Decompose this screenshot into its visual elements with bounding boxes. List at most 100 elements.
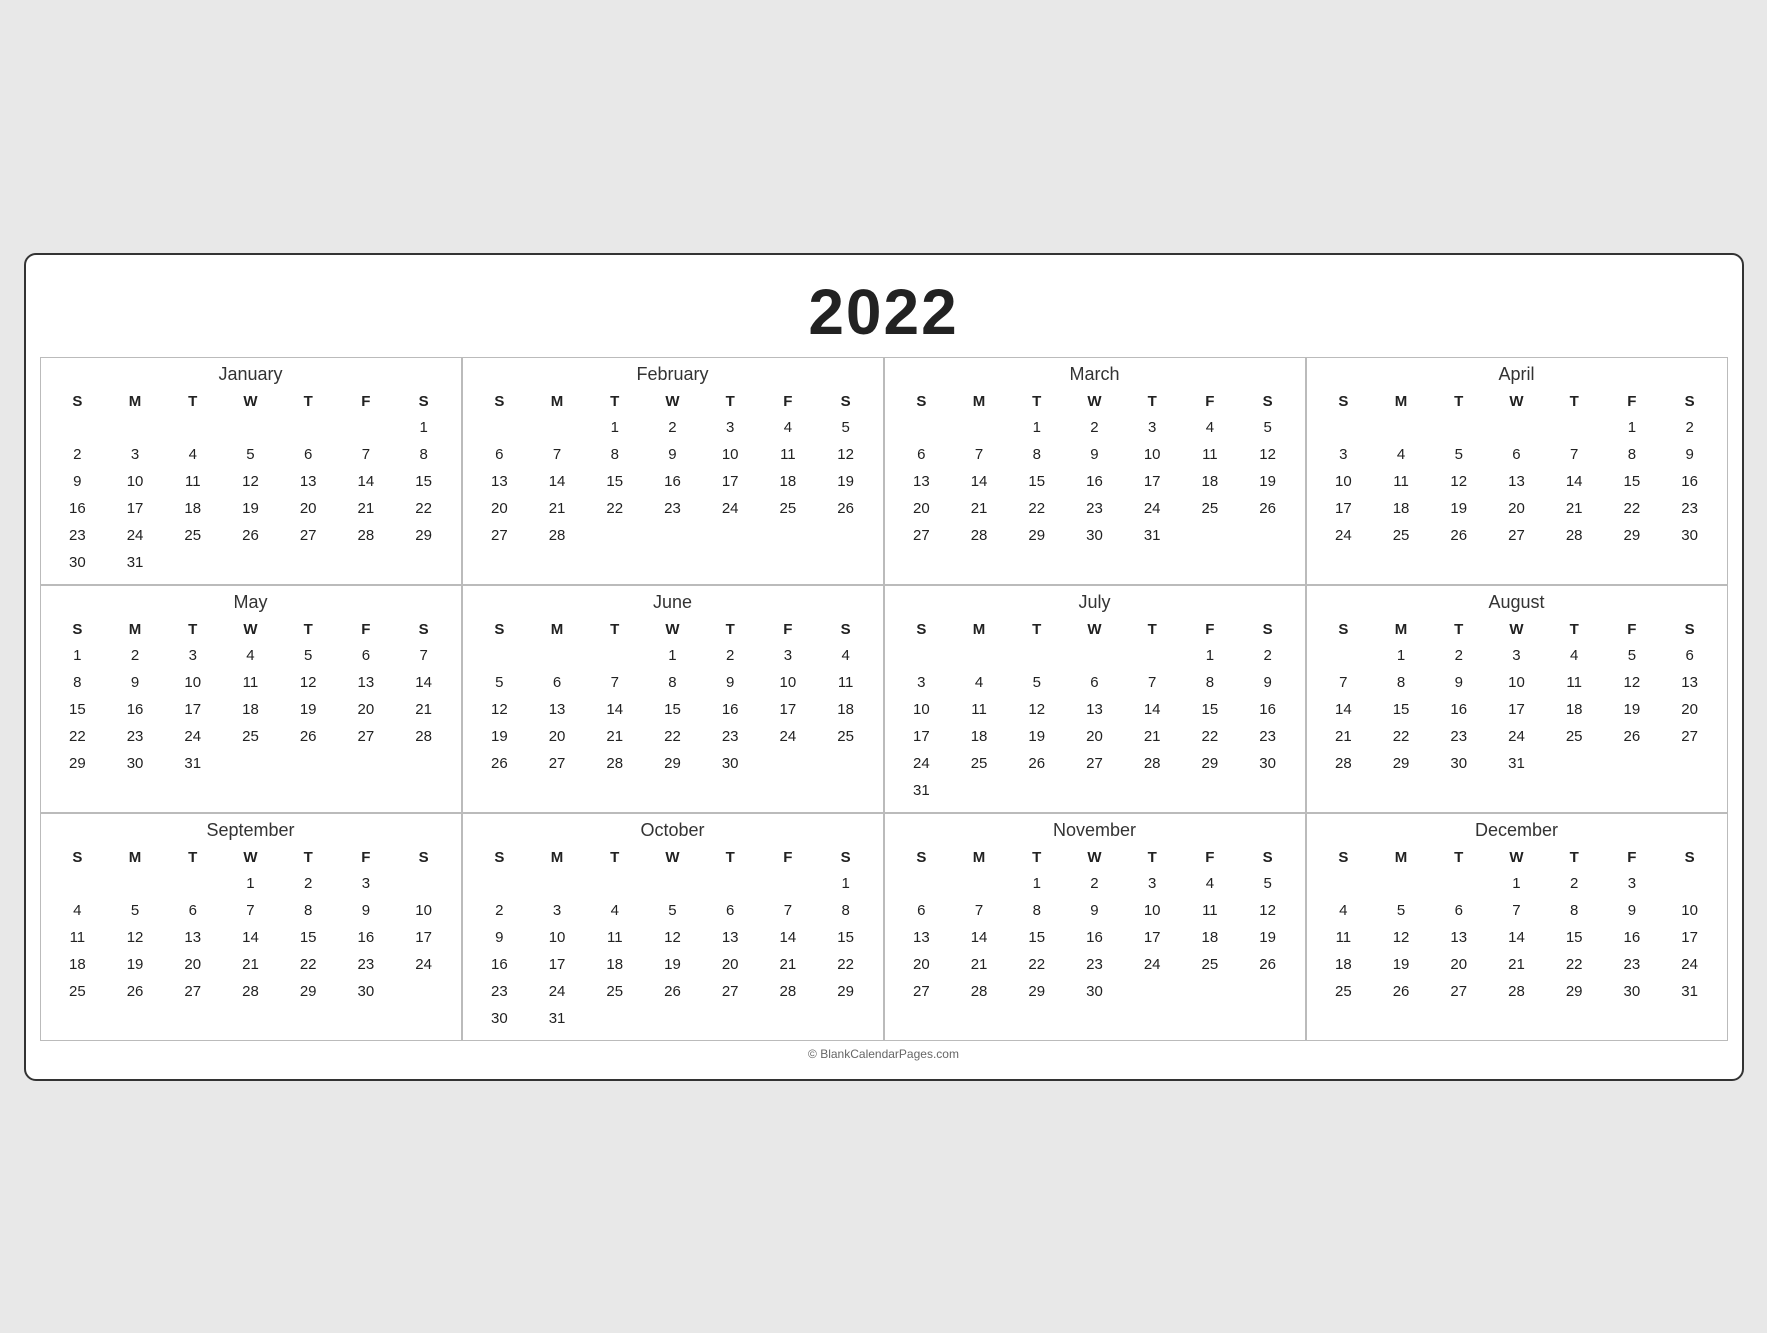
- day-header: W: [644, 617, 702, 642]
- calendar-day: 22: [1181, 723, 1239, 750]
- calendar-day: 12: [1372, 924, 1430, 951]
- day-header: F: [337, 389, 395, 414]
- calendar-day: 7: [222, 897, 280, 924]
- calendar-day: [893, 1005, 951, 1015]
- month-name: August: [1315, 592, 1719, 613]
- calendar-day: 31: [1123, 522, 1181, 549]
- calendar-day: 26: [817, 495, 875, 522]
- calendar-day: 23: [337, 951, 395, 978]
- day-header: S: [1315, 845, 1373, 870]
- calendar-wrapper: 2022 JanuarySMTWTFS123456789101112131415…: [24, 253, 1744, 1081]
- calendar-day: 17: [893, 723, 951, 750]
- calendar-day: 28: [337, 522, 395, 549]
- calendar-day: [528, 870, 586, 897]
- calendar-day: 26: [279, 723, 337, 750]
- calendar-day: [586, 522, 644, 549]
- calendar-day: [644, 870, 702, 897]
- calendar-day: 10: [759, 669, 817, 696]
- day-header: T: [1008, 845, 1066, 870]
- calendar-week-row: 10111213141516: [893, 696, 1297, 723]
- cal-table: SMTWTFS123456789101112131415161718192021…: [1315, 389, 1719, 559]
- calendar-day: 28: [759, 978, 817, 1005]
- calendar-day: 30: [1430, 750, 1488, 777]
- calendar-week-row: 45678910: [1315, 897, 1719, 924]
- calendar-day: [164, 777, 222, 787]
- calendar-day: 28: [222, 978, 280, 1005]
- calendar-day: [279, 549, 337, 576]
- calendar-day: 8: [1372, 669, 1430, 696]
- calendar-day: [950, 642, 1008, 669]
- calendar-day: 13: [701, 924, 759, 951]
- calendar-day: [222, 1005, 280, 1015]
- calendar-day: 20: [893, 951, 951, 978]
- calendar-day: 25: [164, 522, 222, 549]
- day-header: S: [817, 389, 875, 414]
- month-block-february: FebruarySMTWTFS1234567891011121314151617…: [462, 357, 884, 585]
- calendar-day: [1661, 777, 1719, 787]
- day-header: S: [395, 389, 453, 414]
- calendar-week-row: 27282930: [893, 978, 1297, 1005]
- calendar-day: 2: [1066, 414, 1124, 441]
- calendar-day: 29: [49, 750, 107, 777]
- calendar-day: 13: [1488, 468, 1546, 495]
- calendar-day: 24: [395, 951, 453, 978]
- calendar-day: 2: [279, 870, 337, 897]
- calendar-day: 30: [471, 1005, 529, 1032]
- calendar-day: [279, 414, 337, 441]
- calendar-day: 21: [528, 495, 586, 522]
- calendar-day: 24: [1661, 951, 1719, 978]
- calendar-day: 19: [817, 468, 875, 495]
- calendar-day: [1661, 1005, 1719, 1015]
- calendar-week-row: 9101112131415: [471, 924, 875, 951]
- day-header: F: [759, 389, 817, 414]
- calendar-day: 18: [1315, 951, 1373, 978]
- calendar-day: 26: [644, 978, 702, 1005]
- calendar-day: 30: [701, 750, 759, 777]
- calendar-day: 8: [1545, 897, 1603, 924]
- calendar-day: 29: [1372, 750, 1430, 777]
- day-header: W: [1488, 389, 1546, 414]
- calendar-day: 31: [1488, 750, 1546, 777]
- calendar-day: 4: [586, 897, 644, 924]
- calendar-day: 19: [279, 696, 337, 723]
- calendar-day: 10: [1315, 468, 1373, 495]
- day-header: F: [1181, 845, 1239, 870]
- calendar-day: 19: [222, 495, 280, 522]
- calendar-day: [1545, 777, 1603, 787]
- calendar-day: 30: [1066, 978, 1124, 1005]
- calendar-day: 29: [395, 522, 453, 549]
- calendar-day: [644, 777, 702, 787]
- calendar-day: 10: [164, 669, 222, 696]
- calendar-day: 21: [950, 951, 1008, 978]
- day-header: W: [1488, 845, 1546, 870]
- calendar-day: [471, 870, 529, 897]
- calendar-day: 26: [1430, 522, 1488, 549]
- calendar-day: 21: [1488, 951, 1546, 978]
- calendar-day: 12: [1430, 468, 1488, 495]
- calendar-week-row: 21222324252627: [1315, 723, 1719, 750]
- calendar-day: 25: [586, 978, 644, 1005]
- month-block-august: AugustSMTWTFS123456789101112131415161718…: [1306, 585, 1728, 813]
- calendar-day: 24: [893, 750, 951, 777]
- month-block-march: MarchSMTWTFS1234567891011121314151617181…: [884, 357, 1306, 585]
- calendar-week-row: 1: [471, 870, 875, 897]
- calendar-day: 8: [817, 897, 875, 924]
- calendar-day: [337, 777, 395, 787]
- calendar-day: 10: [395, 897, 453, 924]
- calendar-day: 17: [106, 495, 164, 522]
- calendar-day: 3: [893, 669, 951, 696]
- calendar-day: 3: [1123, 870, 1181, 897]
- day-header: S: [1315, 389, 1373, 414]
- calendar-week-row: 3031: [471, 1005, 875, 1032]
- calendar-day: 15: [1008, 468, 1066, 495]
- calendar-day: 7: [1545, 441, 1603, 468]
- day-header: W: [222, 617, 280, 642]
- day-header: F: [337, 617, 395, 642]
- calendar-day: [701, 1005, 759, 1032]
- calendar-day: [586, 642, 644, 669]
- calendar-day: 11: [164, 468, 222, 495]
- day-header: T: [1545, 617, 1603, 642]
- day-header: M: [106, 617, 164, 642]
- day-header: W: [1066, 389, 1124, 414]
- calendar-day: 25: [1181, 951, 1239, 978]
